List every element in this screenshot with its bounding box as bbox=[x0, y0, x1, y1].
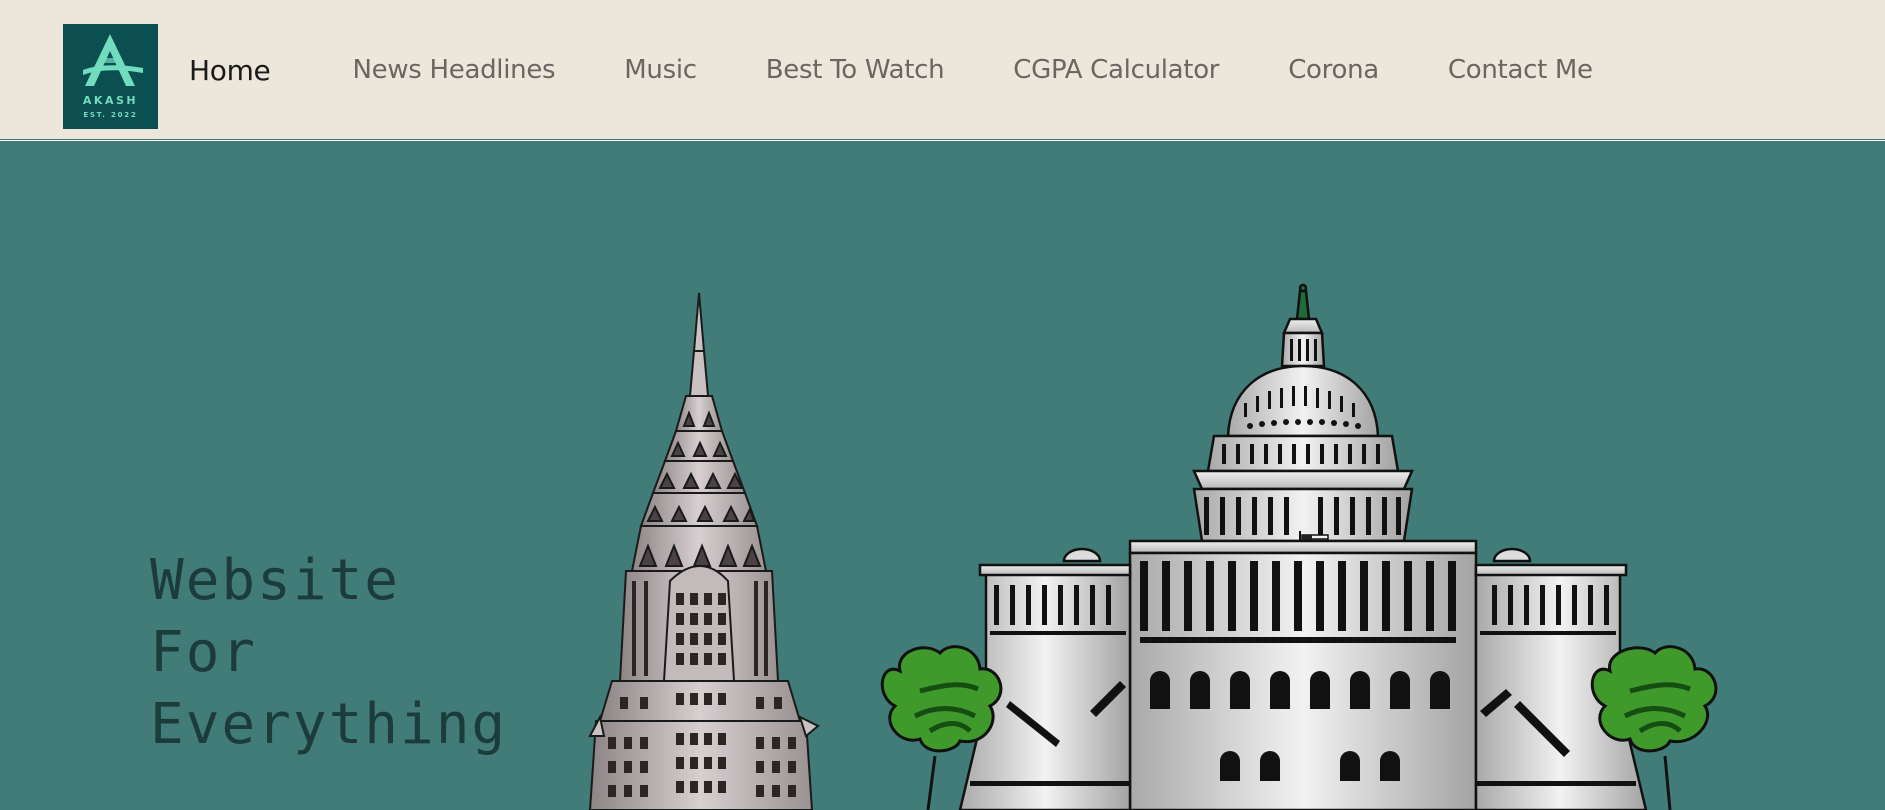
hero-tagline: Website For Everything bbox=[150, 545, 507, 761]
nav-home[interactable]: Home bbox=[189, 54, 271, 87]
main-nav: Home News Headlines Music Best To Watch … bbox=[189, 0, 1593, 140]
nav-cgpa-calculator[interactable]: CGPA Calculator bbox=[1013, 55, 1219, 85]
nav-contact-me[interactable]: Contact Me bbox=[1448, 55, 1593, 85]
site-logo[interactable]: AKASH EST. 2022 bbox=[63, 24, 158, 129]
nav-best-to-watch[interactable]: Best To Watch bbox=[766, 55, 945, 85]
nav-music[interactable]: Music bbox=[624, 55, 697, 85]
capitol-illustration bbox=[958, 283, 1648, 810]
nav-news-headlines[interactable]: News Headlines bbox=[353, 55, 556, 85]
tagline-line-3: Everything bbox=[150, 692, 508, 757]
nav-corona[interactable]: Corona bbox=[1288, 55, 1379, 85]
tagline-line-1: Website bbox=[150, 548, 401, 613]
navbar: AKASH EST. 2022 Home News Headlines Musi… bbox=[0, 0, 1885, 140]
skyscraper-illustration bbox=[588, 292, 820, 810]
page: AKASH EST. 2022 Home News Headlines Musi… bbox=[0, 0, 1885, 810]
logo-est: EST. 2022 bbox=[83, 111, 137, 119]
logo-mark-icon: AKASH EST. 2022 bbox=[63, 24, 158, 129]
hero-section: Website For Everything bbox=[0, 141, 1885, 810]
logo-text: AKASH bbox=[83, 94, 138, 107]
tagline-line-2: For bbox=[150, 620, 258, 685]
